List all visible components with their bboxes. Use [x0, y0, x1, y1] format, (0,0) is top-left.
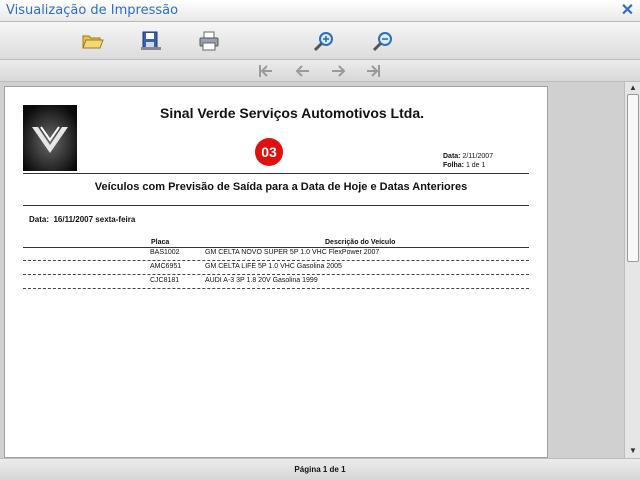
scroll-down-icon[interactable]: ▼ — [627, 446, 639, 456]
status-bar: Página 1 de 1 — [0, 458, 640, 480]
date-label: Data: — [443, 153, 461, 160]
day-label: Data: — [29, 215, 50, 224]
first-page-button[interactable] — [255, 62, 277, 80]
row-plate: CJC8181 — [150, 277, 180, 284]
vertical-scrollbar[interactable]: ▲ ▼ — [624, 82, 640, 458]
report-title: Veículos com Previsão de Saída para a Da… — [94, 181, 468, 193]
preview-viewport[interactable]: Sinal Verde Serviços Automotivos Ltda. 0… — [0, 82, 624, 458]
zoom-out-button[interactable] — [371, 29, 395, 53]
page-label: Folha: — [443, 162, 464, 169]
previous-page-icon — [295, 65, 309, 77]
row-description: GM CELTA NOVO SUPER 5P 1.0 VHC FlexPower… — [205, 249, 380, 256]
printer-icon — [199, 31, 219, 51]
table-row: AMC6951 GM CELTA LIFE 5P 1.0 VHC Gasolin… — [23, 261, 529, 274]
company-name: Sinal Verde Serviços Automotivos Ltda. — [160, 105, 424, 121]
column-header-plate: Placa — [151, 239, 170, 246]
previous-page-button[interactable] — [292, 62, 314, 80]
page-navigation-bar — [0, 60, 640, 82]
window-title: Visualização de Impressão — [6, 3, 179, 18]
zoom-in-icon — [313, 32, 333, 52]
table-row: BAS1002 GM CELTA NOVO SUPER 5P 1.0 VHC F… — [23, 247, 529, 260]
page-indicator: Página 1 de 1 — [294, 465, 346, 474]
day-value: 16/11/2007 sexta-feira — [53, 215, 136, 224]
open-button[interactable] — [80, 29, 104, 53]
report-page-number: Folha: 1 de 1 — [443, 162, 485, 169]
print-button[interactable] — [197, 29, 221, 53]
row-plate: BAS1002 — [150, 249, 180, 256]
folder-open-icon — [82, 35, 104, 49]
report-page: Sinal Verde Serviços Automotivos Ltda. 0… — [4, 86, 548, 458]
divider — [23, 173, 529, 174]
row-separator — [23, 288, 529, 289]
title-bar: Visualização de Impressão ✕ — [0, 0, 640, 22]
report-day: Data: 16/11/2007 sexta-feira — [29, 215, 135, 224]
report-date: Data: 2/11/2007 — [443, 153, 493, 160]
row-description: AUDI A-3 3P 1.8 20V Gasolina 1999 — [205, 277, 318, 284]
scroll-up-icon[interactable]: ▲ — [627, 83, 639, 93]
page-value: 1 de 1 — [465, 162, 486, 169]
row-description: GM CELTA LIFE 5P 1.0 VHC Gasolina 2005 — [205, 263, 342, 270]
toolbar — [0, 22, 640, 60]
save-button[interactable] — [139, 29, 163, 53]
scroll-thumb[interactable] — [627, 94, 639, 262]
column-header-description: Descrição do Veículo — [325, 239, 396, 246]
last-page-button[interactable] — [362, 62, 384, 80]
date-value: 2/11/2007 — [462, 153, 494, 160]
divider — [23, 205, 529, 206]
last-page-icon — [367, 65, 380, 77]
zoom-out-icon — [372, 32, 392, 52]
row-plate: AMC6951 — [150, 263, 182, 270]
report-badge: 03 — [255, 138, 283, 166]
next-page-button[interactable] — [327, 62, 349, 80]
save-disk-icon — [141, 31, 161, 50]
first-page-icon — [259, 65, 272, 77]
table-row: CJC8181 AUDI A-3 3P 1.8 20V Gasolina 199… — [23, 275, 529, 288]
next-page-icon — [332, 65, 346, 77]
zoom-in-button[interactable] — [312, 29, 336, 53]
close-icon[interactable]: ✕ — [620, 3, 635, 19]
